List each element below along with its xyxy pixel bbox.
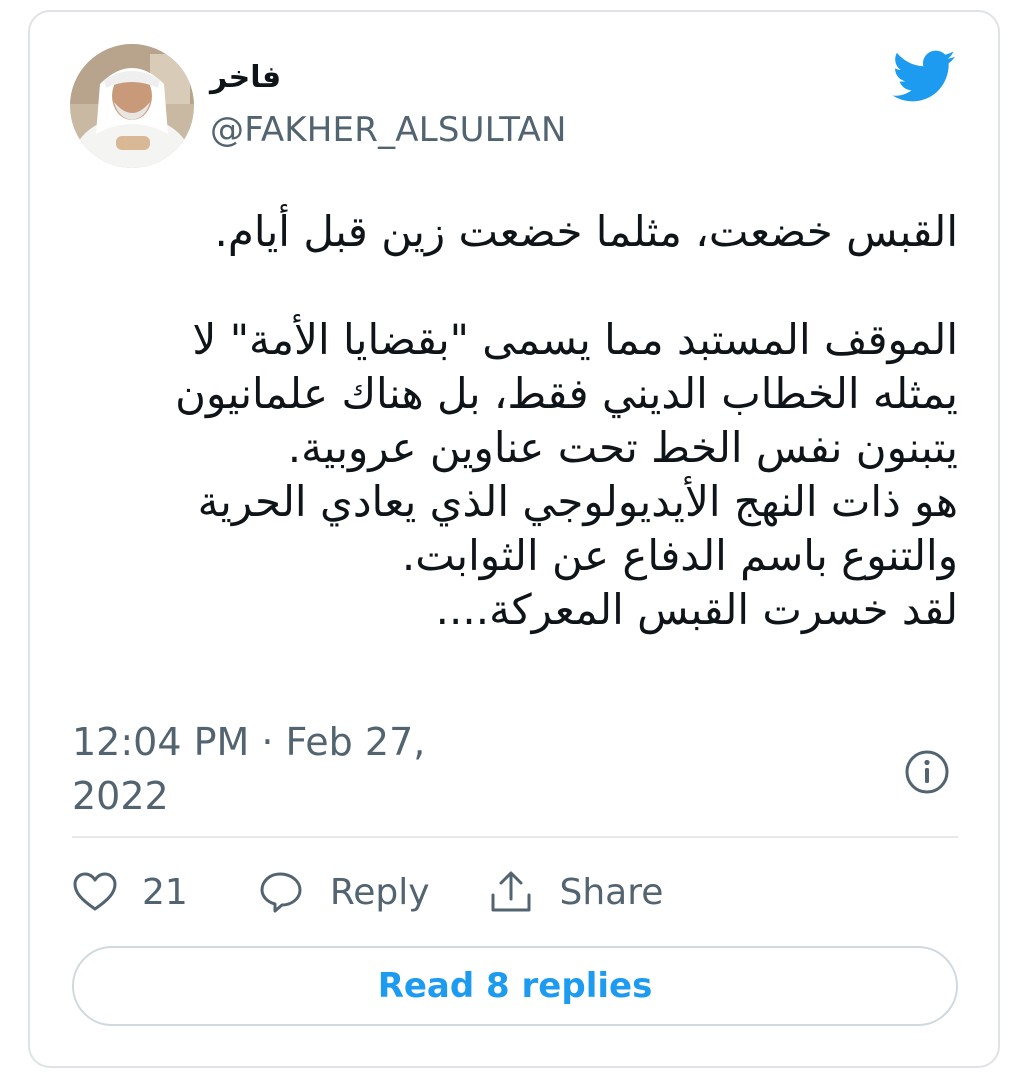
tweet-timestamp[interactable]: 12:04 PM · Feb 27, 2022 xyxy=(72,715,592,823)
author-display-name[interactable]: فاخر xyxy=(210,58,281,98)
divider xyxy=(72,836,958,838)
read-replies-label: Read 8 replies xyxy=(377,966,653,1006)
tweet-text-line: يمثله الخطاب الديني فقط، بل هناك علمانيو… xyxy=(175,369,958,418)
timestamp-time-date: 12:04 PM · Feb 27, xyxy=(72,720,426,764)
reply-button[interactable]: Reply xyxy=(258,870,430,914)
reply-label: Reply xyxy=(329,871,430,913)
timestamp-year: 2022 xyxy=(72,774,169,818)
share-label: Share xyxy=(559,871,664,913)
action-bar: 21 Reply Share xyxy=(72,860,663,924)
tweet-text-line: يتبنون نفس الخط تحت عناوين عروبية. xyxy=(287,423,958,472)
share-button[interactable]: Share xyxy=(488,869,664,915)
tweet-text-line: الموقف المستبد مما يسمى "بقضايا الأمة" ل… xyxy=(192,315,958,364)
reply-bubble-icon xyxy=(260,872,302,913)
read-replies-button[interactable]: Read 8 replies xyxy=(72,946,958,1026)
profile-photo xyxy=(70,44,194,168)
avatar[interactable] xyxy=(70,44,194,168)
tweet-text-line: والتنوع باسم الدفاع عن الثوابت. xyxy=(401,531,958,580)
author-handle[interactable]: @FAKHER_ALSULTAN xyxy=(210,108,567,152)
tweet-text: القبس خضعت، مثلما خضعت زين قبل أيام. الم… xyxy=(72,205,958,637)
heart-icon xyxy=(73,872,117,911)
share-icon xyxy=(491,871,531,912)
tweet-text-line: القبس خضعت، مثلما خضعت زين قبل أيام. xyxy=(214,207,958,256)
info-icon[interactable] xyxy=(903,748,951,796)
twitter-bird-icon[interactable] xyxy=(890,48,956,104)
tweet-text-line: لقد خسرت القبس المعركة.... xyxy=(435,585,958,634)
tweet-text-line: هو ذات النهج الأيديولوجي الذي يعادي الحر… xyxy=(197,477,958,526)
like-count: 21 xyxy=(142,871,188,913)
like-button[interactable]: 21 xyxy=(72,871,188,913)
